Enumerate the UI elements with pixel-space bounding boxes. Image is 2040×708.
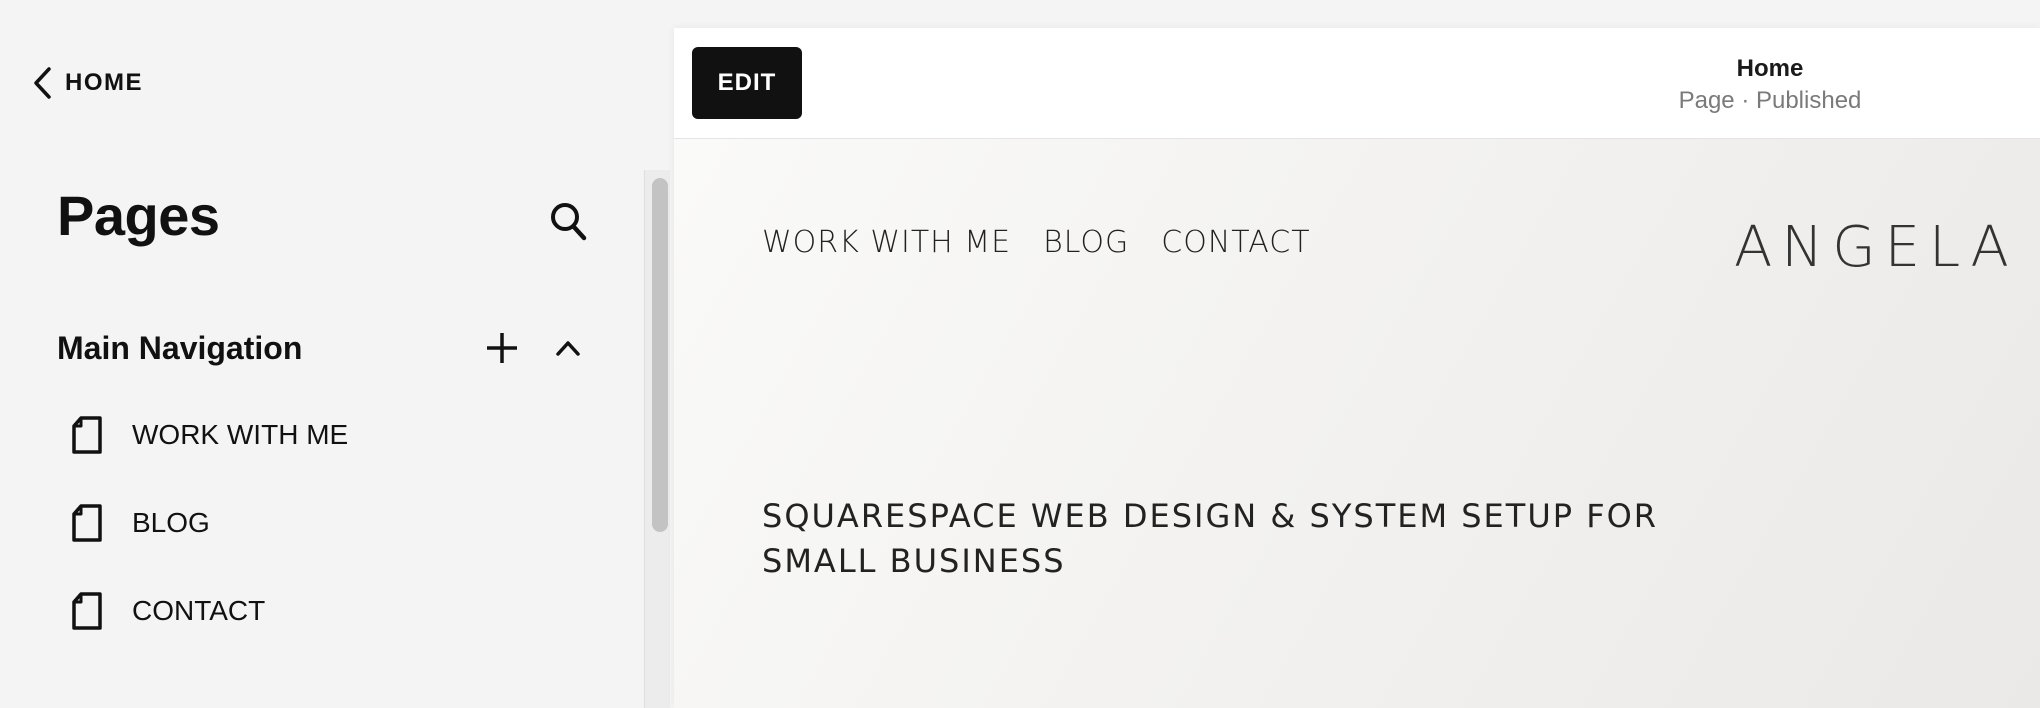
sidebar-item-blog[interactable]: BLOG <box>70 503 210 543</box>
site-content: WORK WITH ME BLOG CONTACT ANGELA HOPE SQ… <box>674 139 2040 708</box>
sidebar-item-contact[interactable]: CONTACT <box>70 591 265 631</box>
page-status: Home Page · Published <box>1674 52 1866 116</box>
edit-button[interactable]: EDIT <box>692 47 802 119</box>
back-link-label: HOME <box>65 69 143 96</box>
scrollbar-thumb[interactable] <box>652 178 668 532</box>
sidebar-item-label: BLOG <box>132 507 210 538</box>
page-icon <box>72 416 102 454</box>
main-navigation-heading: Main Navigation <box>57 330 303 366</box>
search-icon[interactable] <box>549 199 587 241</box>
page-status-subtitle: Page · Published <box>1678 87 1862 114</box>
page-icon <box>72 504 102 542</box>
chevron-up-icon[interactable] <box>554 334 582 362</box>
sidebar-item-label: CONTACT <box>132 595 266 626</box>
site-nav-contact[interactable]: CONTACT <box>1161 225 1310 260</box>
back-to-home-link[interactable]: HOME <box>31 66 143 100</box>
hero-heading: SQUARESPACE WEB DESIGN & SYSTEM SETUP FO… <box>762 497 1659 580</box>
site-nav-blog[interactable]: BLOG <box>1043 225 1129 260</box>
sidebar-item-work-with-me[interactable]: WORK WITH ME <box>70 415 348 455</box>
sidebar-item-label: WORK WITH ME <box>132 419 349 450</box>
add-page-icon[interactable] <box>484 330 520 366</box>
pages-sidebar: HOME Pages Main Navigation WORK WITH ME … <box>0 0 670 708</box>
chevron-left-icon <box>34 67 51 99</box>
site-logo[interactable]: ANGELA HOPE <box>1734 215 2040 280</box>
site-preview-frame: EDIT Home Page · Published WORK WITH ME … <box>674 28 2040 708</box>
panel-title: Pages <box>57 184 220 247</box>
site-navigation: WORK WITH ME BLOG CONTACT <box>762 225 1311 260</box>
site-nav-work-with-me[interactable]: WORK WITH ME <box>762 225 1011 260</box>
page-icon <box>72 592 102 630</box>
editor-toolbar: EDIT Home Page · Published <box>674 28 2040 139</box>
page-status-title: Home <box>1736 55 1804 82</box>
